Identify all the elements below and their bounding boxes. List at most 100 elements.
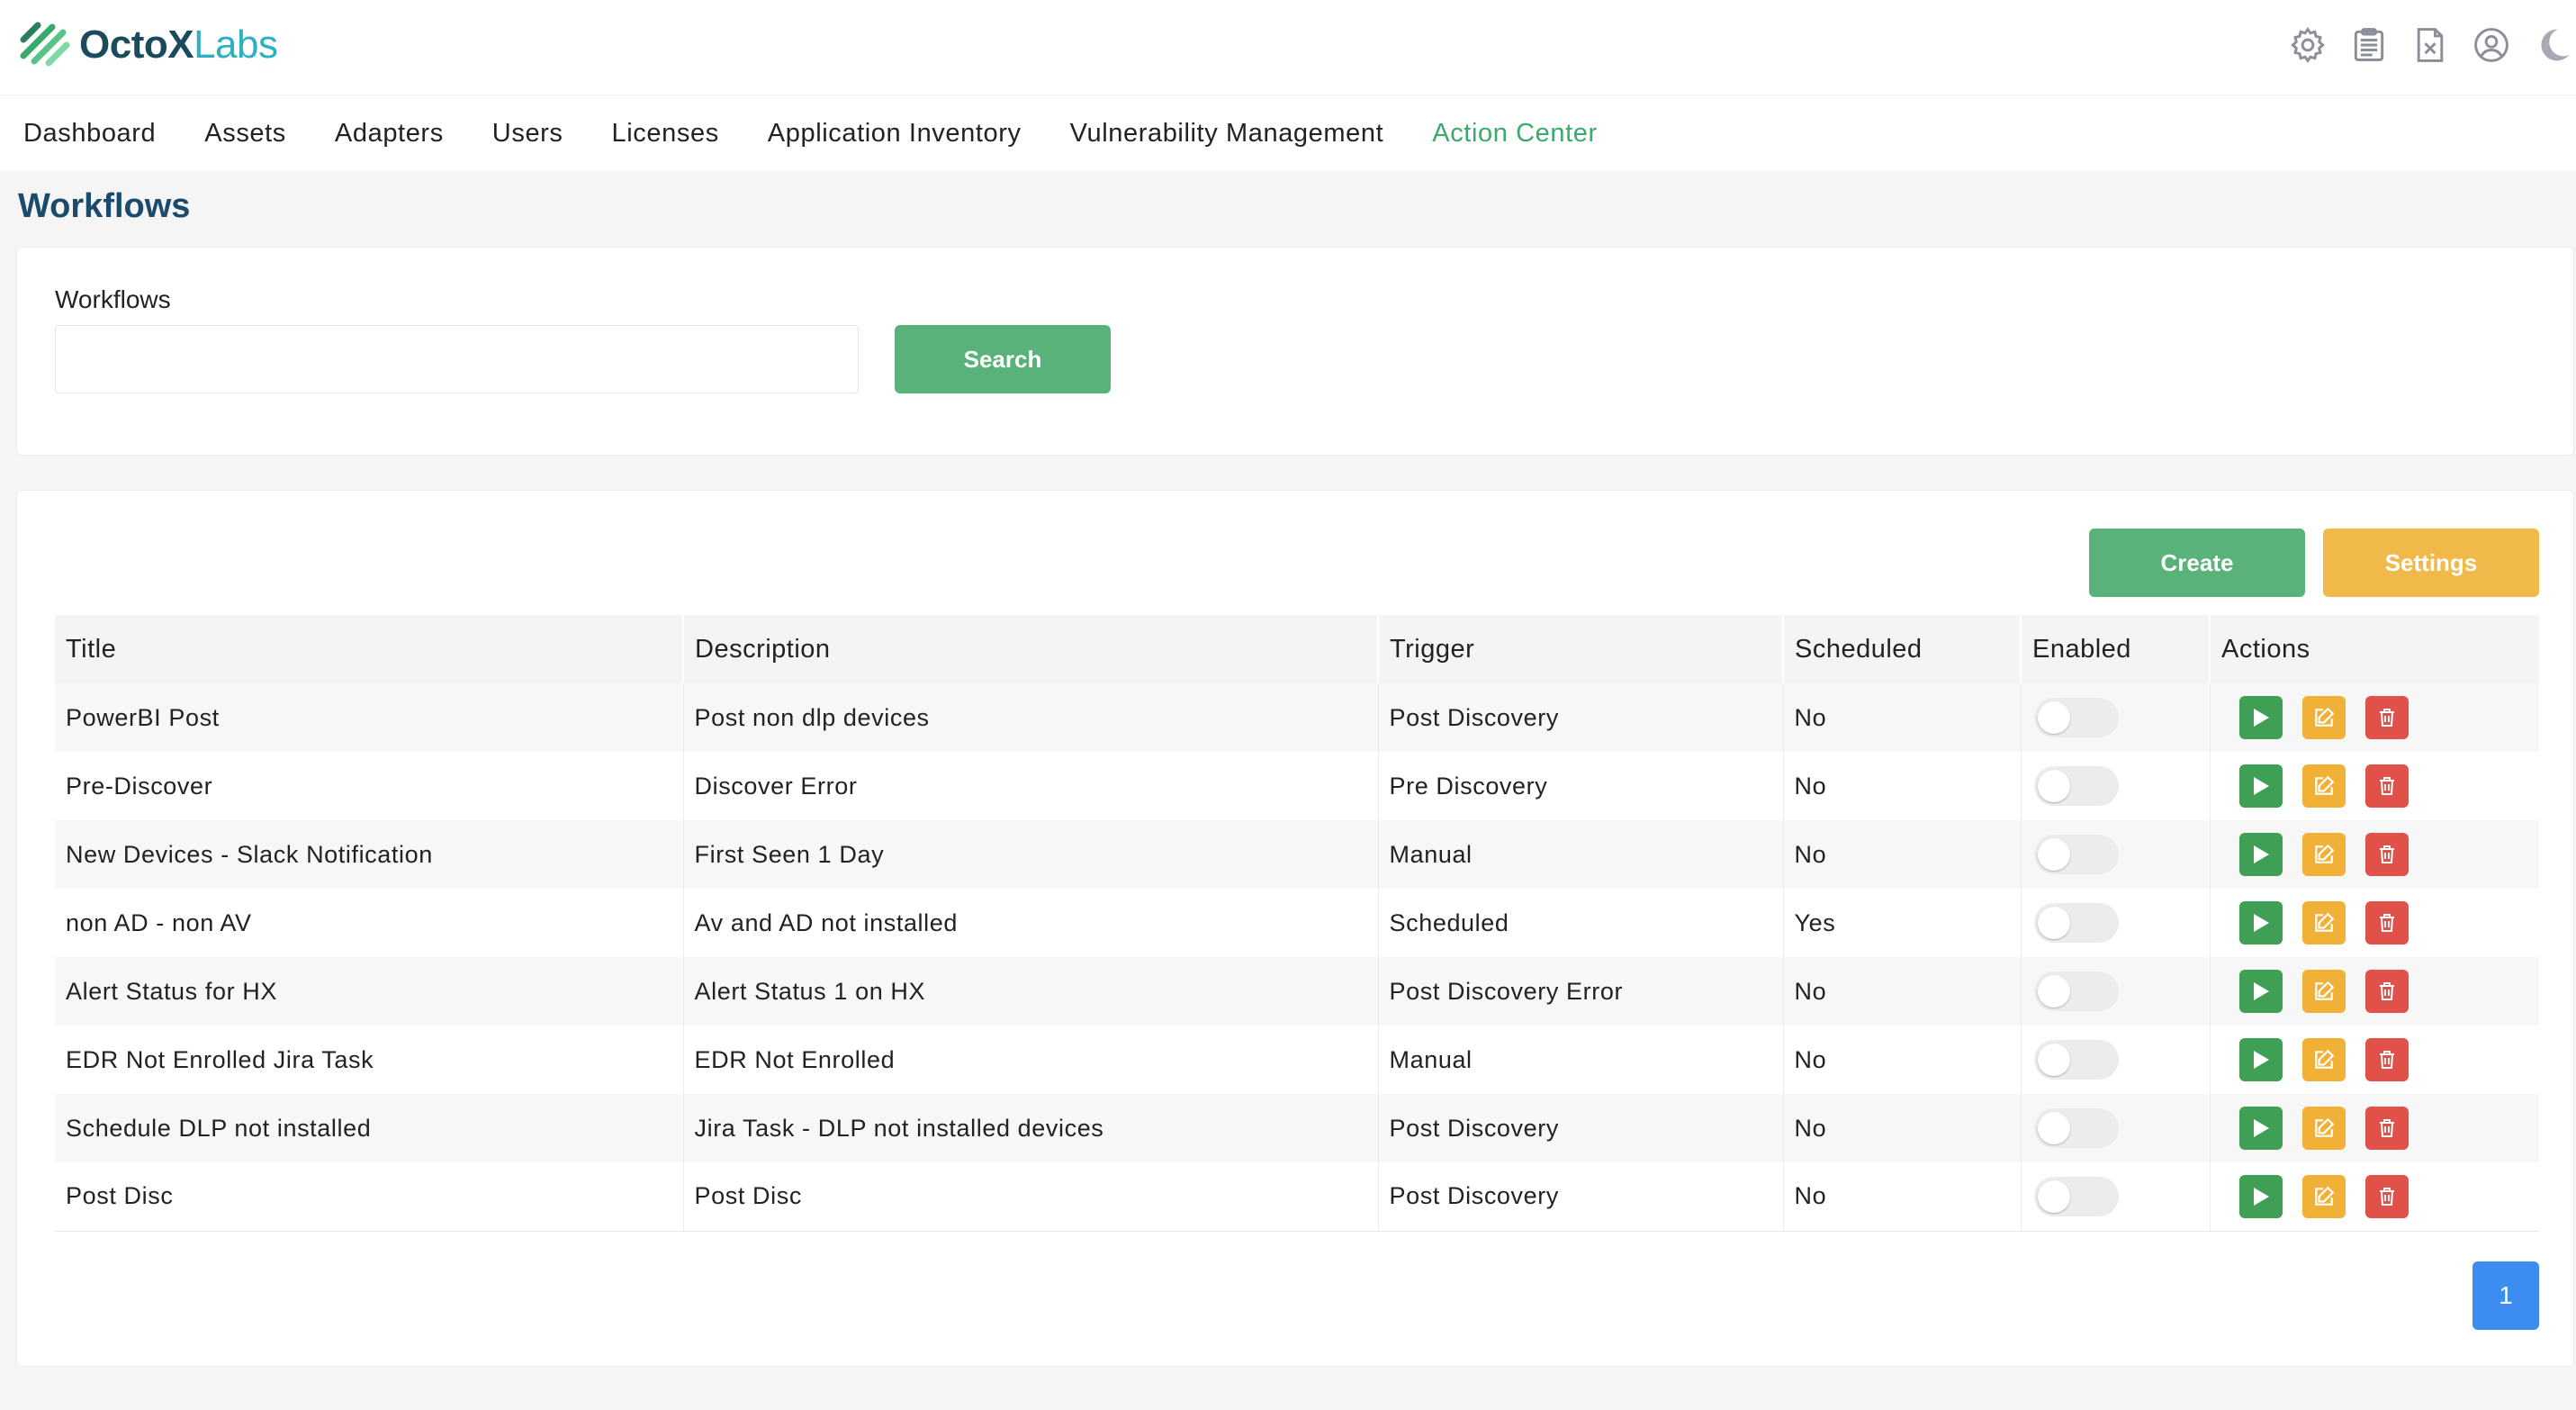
cell-actions xyxy=(2210,889,2539,957)
edit-workflow-button[interactable] xyxy=(2301,1107,2346,1150)
edit-workflow-button[interactable] xyxy=(2301,833,2346,876)
create-button[interactable]: Create xyxy=(2089,529,2305,597)
toggle-knob xyxy=(2037,1180,2070,1213)
settings-button[interactable]: Settings xyxy=(2323,529,2539,597)
cell-enabled xyxy=(2021,1026,2211,1094)
cell-enabled xyxy=(2021,683,2211,752)
play-icon xyxy=(2251,1186,2271,1207)
column-header-title[interactable]: Title xyxy=(55,615,684,683)
enabled-toggle[interactable] xyxy=(2033,698,2119,737)
run-workflow-button[interactable] xyxy=(2238,764,2283,808)
edit-workflow-button[interactable] xyxy=(2301,901,2346,945)
table-row[interactable]: Post Disc Post Disc Post Discovery No xyxy=(55,1162,2539,1232)
edit-workflow-button[interactable] xyxy=(2301,764,2346,808)
trash-icon xyxy=(2376,1048,2398,1071)
delete-workflow-button[interactable] xyxy=(2364,764,2409,808)
run-workflow-button[interactable] xyxy=(2238,1107,2283,1150)
run-workflow-button[interactable] xyxy=(2238,696,2283,739)
column-header-scheduled[interactable]: Scheduled xyxy=(1783,615,2022,683)
cell-title: Post Disc xyxy=(55,1162,684,1232)
edit-workflow-button[interactable] xyxy=(2301,1174,2346,1218)
cell-actions xyxy=(2210,752,2539,820)
search-input[interactable] xyxy=(55,325,859,393)
edit-icon xyxy=(2312,1116,2336,1140)
trash-icon xyxy=(2376,1185,2398,1208)
cell-description: EDR Not Enrolled xyxy=(683,1026,1379,1094)
nav-item-users[interactable]: Users xyxy=(492,119,563,149)
delete-workflow-button[interactable] xyxy=(2364,1174,2409,1218)
pagination-page-1[interactable]: 1 xyxy=(2472,1261,2539,1330)
enabled-toggle[interactable] xyxy=(2033,766,2119,806)
toggle-knob xyxy=(2037,907,2070,939)
brand-name: OctoXLabs xyxy=(79,23,278,67)
delete-workflow-button[interactable] xyxy=(2364,1038,2409,1081)
table-row[interactable]: EDR Not Enrolled Jira Task EDR Not Enroll… xyxy=(55,1026,2539,1094)
nav-item-assets[interactable]: Assets xyxy=(204,119,286,149)
run-workflow-button[interactable] xyxy=(2238,1174,2283,1218)
edit-workflow-button[interactable] xyxy=(2301,970,2346,1013)
play-icon xyxy=(2251,707,2271,728)
cell-description: First Seen 1 Day xyxy=(683,820,1379,889)
cell-title: PowerBI Post xyxy=(55,683,684,752)
toggle-knob xyxy=(2037,975,2070,1008)
nav-item-vulnerability-management[interactable]: Vulnerability Management xyxy=(1070,119,1384,149)
table-row[interactable]: Schedule DLP not installed Jira Task - DL… xyxy=(55,1094,2539,1162)
table-row[interactable]: PowerBI Post Post non dlp devices Post Dis… xyxy=(55,683,2539,752)
cell-trigger: Pre Discovery xyxy=(1378,752,1784,820)
nav-item-application-inventory[interactable]: Application Inventory xyxy=(768,119,1022,149)
table-row[interactable]: non AD - non AV Av and AD not installed Sc… xyxy=(55,889,2539,957)
edit-workflow-button[interactable] xyxy=(2301,1038,2346,1081)
search-label: Workflows xyxy=(55,285,171,313)
nav-item-licenses[interactable]: Licenses xyxy=(612,119,719,149)
clipboard-icon[interactable] xyxy=(2346,22,2392,68)
cell-title: non AD - non AV xyxy=(55,889,684,957)
enabled-toggle[interactable] xyxy=(2033,903,2119,943)
run-workflow-button[interactable] xyxy=(2238,1038,2283,1081)
table-row[interactable]: Alert Status for HX Alert Status 1 on HX P… xyxy=(55,957,2539,1026)
run-workflow-button[interactable] xyxy=(2238,970,2283,1013)
enabled-toggle[interactable] xyxy=(2033,1040,2119,1080)
table-row[interactable]: Pre-Discover Discover Error Pre Discovery N… xyxy=(55,752,2539,820)
cell-trigger: Manual xyxy=(1378,1026,1784,1094)
toggle-knob xyxy=(2037,701,2070,734)
delete-workflow-button[interactable] xyxy=(2364,833,2409,876)
moon-icon[interactable] xyxy=(2529,22,2576,68)
play-icon xyxy=(2251,981,2271,1002)
delete-workflow-button[interactable] xyxy=(2364,696,2409,739)
enabled-toggle[interactable] xyxy=(2033,1108,2119,1148)
cell-title: Pre-Discover xyxy=(55,752,684,820)
cell-actions xyxy=(2210,1026,2539,1094)
run-workflow-button[interactable] xyxy=(2238,833,2283,876)
edit-icon xyxy=(2312,1048,2336,1071)
edit-icon xyxy=(2312,980,2336,1003)
nav-item-adapters[interactable]: Adapters xyxy=(335,119,444,149)
trash-icon xyxy=(2376,706,2398,729)
nav-item-dashboard[interactable]: Dashboard xyxy=(23,119,156,149)
column-header-description[interactable]: Description xyxy=(683,615,1379,683)
delete-workflow-button[interactable] xyxy=(2364,970,2409,1013)
document-x-icon[interactable] xyxy=(2407,22,2454,68)
table-row[interactable]: New Devices - Slack Notification First Se… xyxy=(55,820,2539,889)
user-circle-icon[interactable] xyxy=(2468,22,2515,68)
nav-item-action-center[interactable]: Action Center xyxy=(1432,119,1598,149)
cell-trigger: Post Discovery xyxy=(1378,1162,1784,1232)
cell-trigger: Post Discovery Error xyxy=(1378,957,1784,1026)
gear-icon[interactable] xyxy=(2284,22,2331,68)
cell-trigger: Scheduled xyxy=(1378,889,1784,957)
cell-description: Post Disc xyxy=(683,1162,1379,1232)
delete-workflow-button[interactable] xyxy=(2364,901,2409,945)
enabled-toggle[interactable] xyxy=(2033,972,2119,1011)
workflows-card: Create Settings Title Description Trigge… xyxy=(16,490,2574,1367)
page-title: Workflows xyxy=(18,187,191,225)
edit-workflow-button[interactable] xyxy=(2301,696,2346,739)
column-header-enabled[interactable]: Enabled xyxy=(2021,615,2211,683)
cell-description: Post non dlp devices xyxy=(683,683,1379,752)
enabled-toggle[interactable] xyxy=(2033,1176,2119,1216)
column-header-trigger[interactable]: Trigger xyxy=(1378,615,1784,683)
search-button[interactable]: Search xyxy=(895,325,1111,393)
run-workflow-button[interactable] xyxy=(2238,901,2283,945)
brand-logo[interactable]: OctoXLabs xyxy=(18,16,278,74)
cell-title: EDR Not Enrolled Jira Task xyxy=(55,1026,684,1094)
delete-workflow-button[interactable] xyxy=(2364,1107,2409,1150)
enabled-toggle[interactable] xyxy=(2033,835,2119,874)
